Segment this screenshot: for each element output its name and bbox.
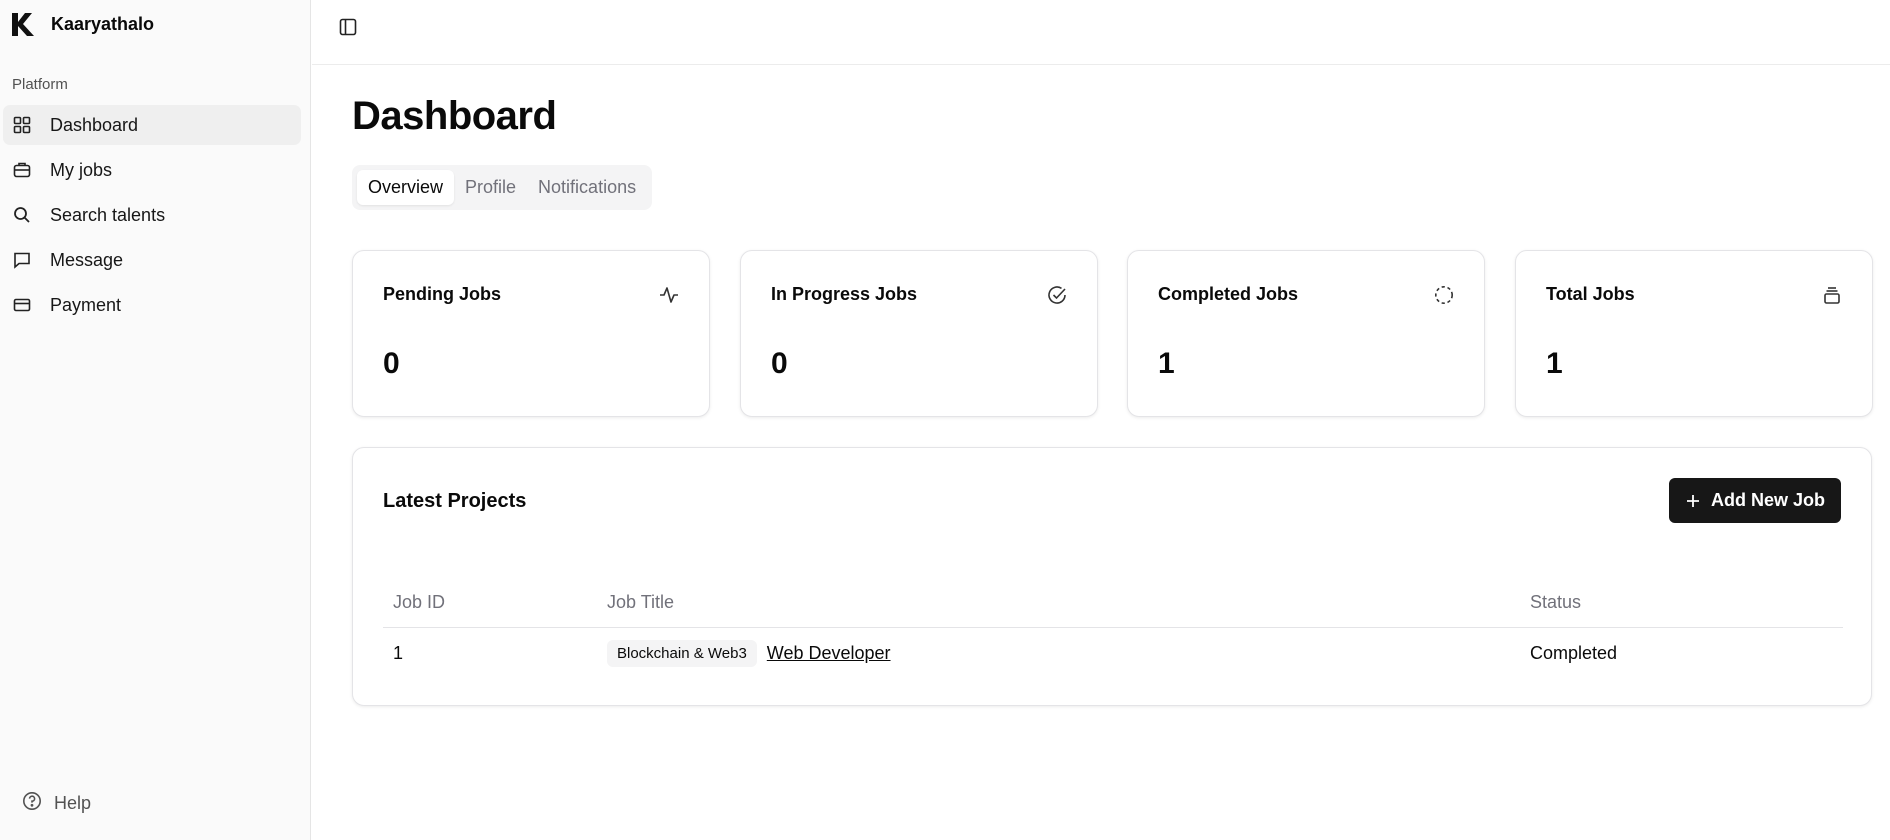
projects-table: Job ID Job Title Status 1 Blockchain & W… [383,578,1843,678]
column-header-status: Status [1530,592,1582,612]
credit-card-icon [12,295,32,315]
sidebar-section-label: Platform [12,76,68,93]
tab-list: Overview Profile Notifications [352,165,653,210]
search-icon [12,205,32,225]
column-header-job-title: Job Title [607,592,675,612]
add-new-job-button[interactable]: Add New Job [1669,478,1841,523]
table-header-row: Job ID Job Title Status [383,578,1843,628]
top-bar [312,0,1890,65]
stat-title: Pending Jobs [383,284,502,304]
plus-icon [1686,494,1699,507]
stat-value: 0 [383,347,400,380]
sidebar-item-label: Message [50,249,124,270]
section-title: Latest Projects [383,490,527,512]
sidebar-item-my-jobs[interactable]: My jobs [3,150,301,190]
sidebar-item-search-talents[interactable]: Search talents [3,195,301,235]
column-header-job-id: Job ID [393,592,446,612]
stat-card-completed: Completed Jobs 1 [1127,250,1485,417]
help-link[interactable]: Help [22,791,91,816]
category-badge: Blockchain & Web3 [607,639,757,667]
sidebar-toggle-button[interactable] [335,14,361,40]
stat-value: 0 [771,347,788,380]
check-circle-icon [1046,284,1068,306]
latest-projects-card: Latest Projects Add New Job Job ID Job T… [352,447,1872,706]
panel-left-icon [339,18,357,36]
stat-title: Total Jobs [1546,284,1635,304]
stat-value: 1 [1546,347,1563,380]
help-label: Help [54,793,92,813]
tab-overview[interactable]: Overview [357,170,455,205]
job-title-cell: Blockchain & Web3 Web Developer [607,639,891,667]
stat-card-total: Total Jobs 1 [1515,250,1873,417]
stat-card-in-progress: In Progress Jobs 0 [740,250,1098,417]
help-circle-icon [22,791,42,816]
table-row: 1 Blockchain & Web3 Web Developer Comple… [383,628,1843,678]
sidebar-item-label: Dashboard [50,114,139,135]
stat-title: Completed Jobs [1158,284,1299,304]
add-new-job-label: Add New Job [1710,490,1825,510]
stat-title: In Progress Jobs [771,284,918,304]
k-logo-icon [12,13,34,36]
app-name: Kaaryathalo [51,14,155,34]
sidebar: Kaaryathalo Platform Dashboard My jobs S… [0,0,311,840]
grid-icon [12,115,32,135]
job-id-cell: 1 [393,642,404,663]
tab-profile[interactable]: Profile [454,170,527,205]
sidebar-item-dashboard[interactable]: Dashboard [3,105,301,145]
stat-card-pending: Pending Jobs 0 [352,250,710,417]
sidebar-item-label: My jobs [50,159,113,180]
status-cell: Completed [1530,642,1618,663]
brand[interactable]: Kaaryathalo [10,11,154,38]
stat-value: 1 [1158,347,1175,380]
message-icon [12,250,32,270]
stack-icon [1821,284,1843,306]
sidebar-nav: Dashboard My jobs Search talents Message… [3,105,301,330]
tab-notifications[interactable]: Notifications [527,170,647,205]
page-title: Dashboard [352,94,557,138]
sidebar-item-label: Payment [50,294,122,315]
sidebar-item-payment[interactable]: Payment [3,285,301,325]
sidebar-item-label: Search talents [50,204,166,225]
sidebar-item-message[interactable]: Message [3,240,301,280]
briefcase-icon [12,160,32,180]
activity-icon [658,284,680,306]
job-title-link[interactable]: Web Developer [767,643,891,664]
loader-circle-icon [1433,284,1455,306]
